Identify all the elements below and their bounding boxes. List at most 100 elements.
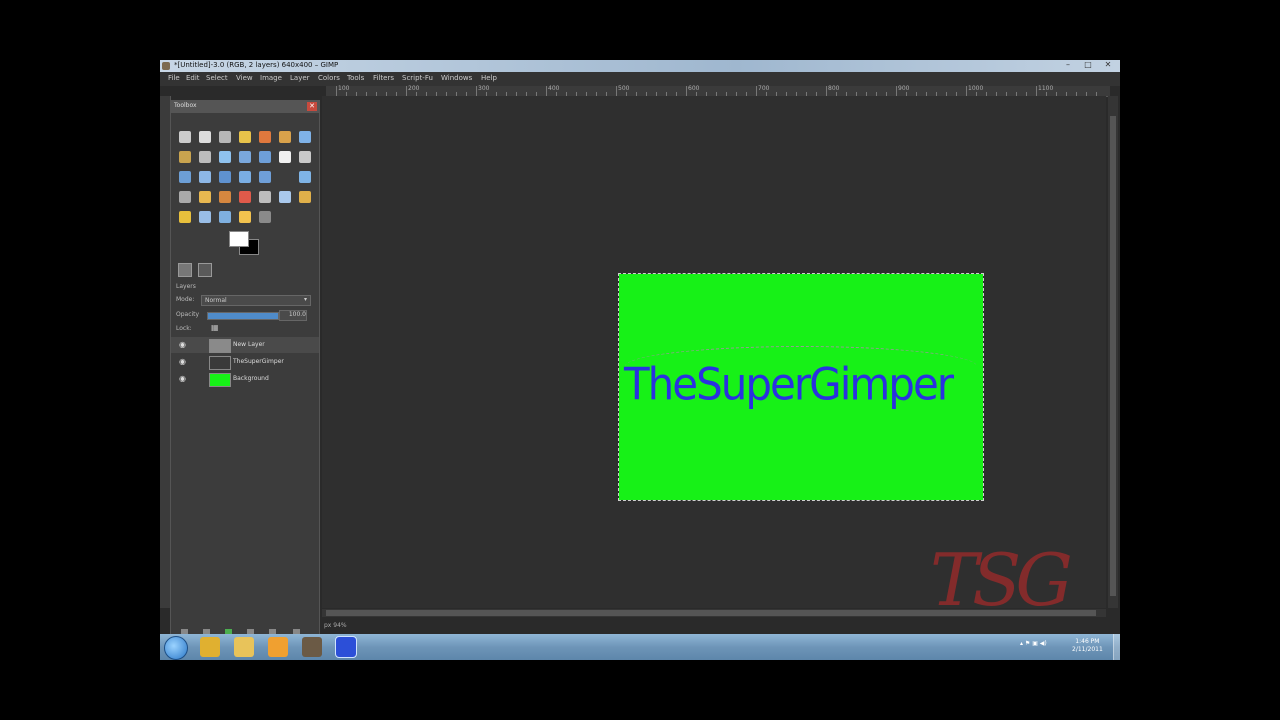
opacity-slider[interactable] [207, 312, 279, 320]
lock-alpha-icon[interactable]: ▦ [211, 323, 219, 332]
menu-edit[interactable]: Edit [186, 74, 200, 82]
tool-button-icon[interactable] [239, 131, 251, 143]
tool-button-icon[interactable] [279, 131, 291, 143]
menu-file[interactable]: File [168, 74, 180, 82]
tool-button-icon[interactable] [179, 171, 191, 183]
chrome-icon[interactable] [200, 637, 220, 657]
image-canvas[interactable]: TheSuperGimper [618, 273, 984, 501]
opacity-value: 100.0 [288, 311, 306, 318]
ruler-major-tick [406, 86, 407, 96]
tool-button-icon[interactable] [279, 151, 291, 163]
menu-windows[interactable]: Windows [441, 74, 472, 82]
eye-icon[interactable]: ◉ [179, 375, 186, 383]
fg-bg-color-swatch[interactable] [229, 231, 261, 255]
layer-row[interactable]: ◉ TheSuperGimper [171, 354, 319, 370]
gimp-app-icon [162, 62, 170, 70]
show-desktop-button[interactable] [1113, 634, 1120, 660]
system-tray[interactable]: ▴ ⚑ ▣ ◀) [1020, 640, 1047, 647]
ruler-major-tick [756, 86, 757, 96]
ruler-major-tick [826, 86, 827, 96]
menu-colors[interactable]: Colors [318, 74, 340, 82]
active-window-icon[interactable] [335, 636, 357, 658]
opacity-spin[interactable]: 100.0 [279, 310, 307, 321]
tool-button-icon[interactable] [219, 191, 231, 203]
start-button[interactable] [164, 636, 188, 660]
tool-button-icon[interactable] [279, 171, 291, 183]
tool-button-icon[interactable] [199, 151, 211, 163]
window-titlebar[interactable]: *[Untitled]-3.0 (RGB, 2 layers) 640x400 … [160, 60, 1120, 72]
tool-button-icon[interactable] [259, 191, 271, 203]
clock-date: 2/11/2011 [1072, 646, 1103, 653]
tool-button-icon[interactable] [199, 171, 211, 183]
toolbox-close-button[interactable]: ✕ [307, 102, 317, 111]
ruler-label: 1000 [968, 85, 984, 92]
menu-layer[interactable]: Layer [290, 74, 310, 82]
lock-label: Lock: [176, 325, 192, 332]
ruler-label: 200 [408, 85, 420, 92]
layers-tab-icon[interactable] [178, 263, 192, 277]
menu-tools[interactable]: Tools [347, 74, 364, 82]
eye-icon[interactable]: ◉ [179, 341, 186, 349]
tool-button-icon[interactable] [259, 151, 271, 163]
ruler-label: 900 [898, 85, 910, 92]
ruler-label: 100 [338, 85, 350, 92]
tool-button-icon[interactable] [299, 151, 311, 163]
ruler-label: 700 [758, 85, 770, 92]
mode-select[interactable]: Normal ▾ [201, 295, 311, 306]
tool-button-icon[interactable] [239, 171, 251, 183]
menu-filters[interactable]: Filters [373, 74, 394, 82]
tool-button-icon[interactable] [219, 211, 231, 223]
menu-script-fu[interactable]: Script-Fu [402, 74, 433, 82]
close-button[interactable]: ✕ [1098, 60, 1118, 70]
tool-button-icon[interactable] [239, 211, 251, 223]
tool-button-icon[interactable] [179, 211, 191, 223]
maximize-button[interactable]: □ [1078, 60, 1098, 70]
menu-help[interactable]: Help [481, 74, 497, 82]
layer-row[interactable]: ◉ New Layer [171, 337, 319, 353]
menu-view[interactable]: View [236, 74, 253, 82]
tool-button-icon[interactable] [219, 151, 231, 163]
layers-panel-label: Layers [176, 283, 196, 290]
menu-select[interactable]: Select [206, 74, 228, 82]
chevron-down-icon: ▾ [303, 296, 307, 303]
menu-image[interactable]: Image [260, 74, 282, 82]
tool-button-icon[interactable] [299, 191, 311, 203]
tool-button-icon[interactable] [179, 151, 191, 163]
tool-button-icon[interactable] [299, 171, 311, 183]
layer-row[interactable]: ◉ Background [171, 371, 319, 387]
eye-icon[interactable]: ◉ [179, 358, 186, 366]
menu-bar: File Edit Select View Image Layer Colors… [160, 72, 1120, 86]
explorer-icon[interactable] [234, 637, 254, 657]
vertical-scrollbar-thumb[interactable] [1110, 116, 1116, 596]
toolbox-title: Toolbox [174, 102, 197, 109]
channels-tab-icon[interactable] [198, 263, 212, 277]
media-player-icon[interactable] [268, 637, 288, 657]
canvas-area[interactable]: TheSuperGimper [322, 96, 1106, 608]
tool-button-icon[interactable] [259, 131, 271, 143]
tool-button-icon[interactable] [299, 131, 311, 143]
layer-name: New Layer [233, 341, 265, 348]
tool-button-icon[interactable] [259, 211, 271, 223]
vertical-scrollbar[interactable] [1108, 96, 1118, 608]
tool-button-icon[interactable] [179, 131, 191, 143]
foreground-color[interactable] [229, 231, 249, 247]
clock[interactable]: 1:46 PM 2/11/2011 [1072, 638, 1103, 654]
tool-button-icon[interactable] [199, 211, 211, 223]
tool-button-icon[interactable] [259, 171, 271, 183]
dock-tabs [176, 263, 314, 277]
tsg-watermark: TSG [930, 538, 1073, 622]
gimp-icon[interactable] [302, 637, 322, 657]
ruler-major-tick [336, 86, 337, 96]
tool-button-icon[interactable] [239, 191, 251, 203]
tool-button-icon[interactable] [219, 131, 231, 143]
toolbox-header[interactable]: Toolbox ✕ [171, 101, 319, 113]
tool-button-icon[interactable] [199, 191, 211, 203]
tool-button-icon[interactable] [199, 131, 211, 143]
tool-button-icon[interactable] [219, 171, 231, 183]
opacity-label: Opacity [176, 311, 200, 318]
minimize-button[interactable]: – [1058, 60, 1078, 70]
ruler-major-tick [476, 86, 477, 96]
tool-button-icon[interactable] [179, 191, 191, 203]
tool-button-icon[interactable] [279, 191, 291, 203]
tool-button-icon[interactable] [239, 151, 251, 163]
